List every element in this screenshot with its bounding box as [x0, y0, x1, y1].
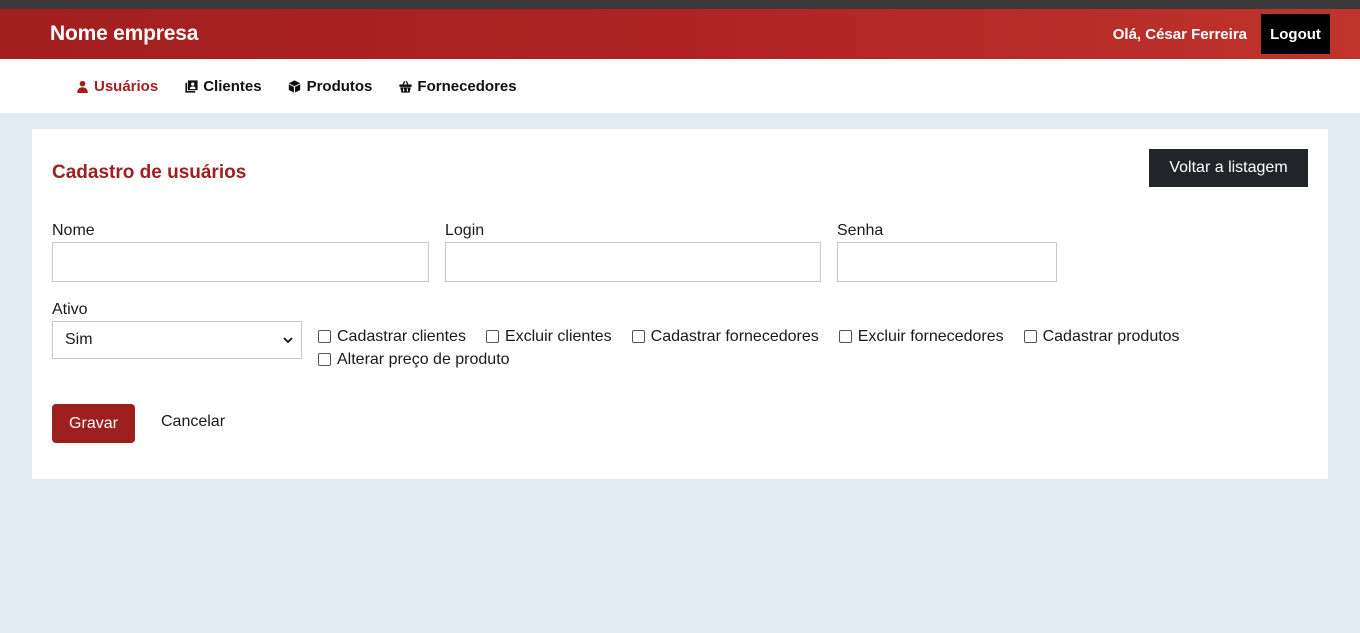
- user-area: Olá, César Ferreira Logout: [1113, 14, 1330, 54]
- user-icon: [75, 79, 89, 93]
- checkbox[interactable]: [318, 330, 331, 343]
- app-header: Nome empresa Olá, César Ferreira Logout: [0, 9, 1360, 59]
- checkbox[interactable]: [485, 330, 499, 343]
- ativo-selected-value: Sim: [65, 331, 93, 348]
- checkbox[interactable]: [838, 330, 852, 343]
- window-top-strip: [0, 0, 1360, 9]
- senha-label: Senha: [837, 222, 884, 239]
- ativo-label: Ativo: [52, 301, 88, 318]
- brand-name: Nome empresa: [50, 22, 199, 45]
- permission-label: Excluir clientes: [504, 327, 612, 345]
- back-to-list-button[interactable]: Voltar a listagem: [1149, 149, 1308, 187]
- nav-item-clientes[interactable]: Clientes: [184, 77, 262, 95]
- permission-label: Cadastrar fornecedores: [650, 327, 819, 345]
- address-book-icon: [184, 79, 198, 93]
- permission-label: Cadastrar produtos: [1042, 327, 1180, 345]
- login-label: Login: [445, 222, 485, 239]
- permission-label: Excluir fornecedores: [857, 327, 1004, 345]
- permission-excluir-fornecedores[interactable]: Excluir fornecedores: [838, 327, 1004, 345]
- nome-label: Nome: [52, 222, 95, 239]
- checkbox[interactable]: [318, 353, 331, 366]
- permission-label: Cadastrar clientes: [337, 327, 466, 345]
- checkbox[interactable]: [631, 330, 645, 343]
- senha-input[interactable]: [837, 242, 1057, 282]
- box-icon: [288, 79, 302, 93]
- nav-item-label: Fornecedores: [417, 77, 517, 95]
- permission-excluir-clientes[interactable]: Excluir clientes: [485, 327, 612, 345]
- permissions-group: Cadastrar clientes Excluir clientes Cada…: [318, 328, 1258, 368]
- logout-button[interactable]: Logout: [1261, 14, 1330, 54]
- chevron-down-icon: [283, 335, 293, 345]
- nav-item-label: Clientes: [203, 77, 262, 95]
- permission-cadastrar-produtos[interactable]: Cadastrar produtos: [1023, 327, 1180, 345]
- save-button[interactable]: Gravar: [52, 404, 135, 443]
- permission-cadastrar-fornecedores[interactable]: Cadastrar fornecedores: [631, 327, 819, 345]
- login-input[interactable]: [445, 242, 821, 282]
- nome-input[interactable]: [52, 242, 429, 282]
- checkbox[interactable]: [1023, 330, 1037, 343]
- nav-item-label: Usuários: [94, 77, 159, 95]
- main-nav: Usuários Clientes Produtos Fornecedores: [0, 59, 1360, 113]
- ativo-select[interactable]: Sim: [52, 321, 302, 359]
- permission-alterar-preco-produto[interactable]: Alterar preço de produto: [318, 351, 510, 368]
- user-greeting: Olá, César Ferreira: [1112, 25, 1247, 43]
- user-form-card: Cadastro de usuários Voltar a listagem N…: [32, 129, 1328, 479]
- nav-item-fornecedores[interactable]: Fornecedores: [398, 77, 517, 95]
- nav-item-label: Produtos: [306, 77, 373, 95]
- basket-icon: [398, 79, 412, 93]
- page-title: Cadastro de usuários: [52, 162, 247, 183]
- permission-cadastrar-clientes[interactable]: Cadastrar clientes: [318, 328, 466, 345]
- cancel-button[interactable]: Cancelar: [161, 413, 225, 431]
- permission-label: Alterar preço de produto: [337, 350, 510, 368]
- nav-item-produtos[interactable]: Produtos: [288, 77, 373, 95]
- nav-item-usuarios[interactable]: Usuários: [75, 78, 158, 95]
